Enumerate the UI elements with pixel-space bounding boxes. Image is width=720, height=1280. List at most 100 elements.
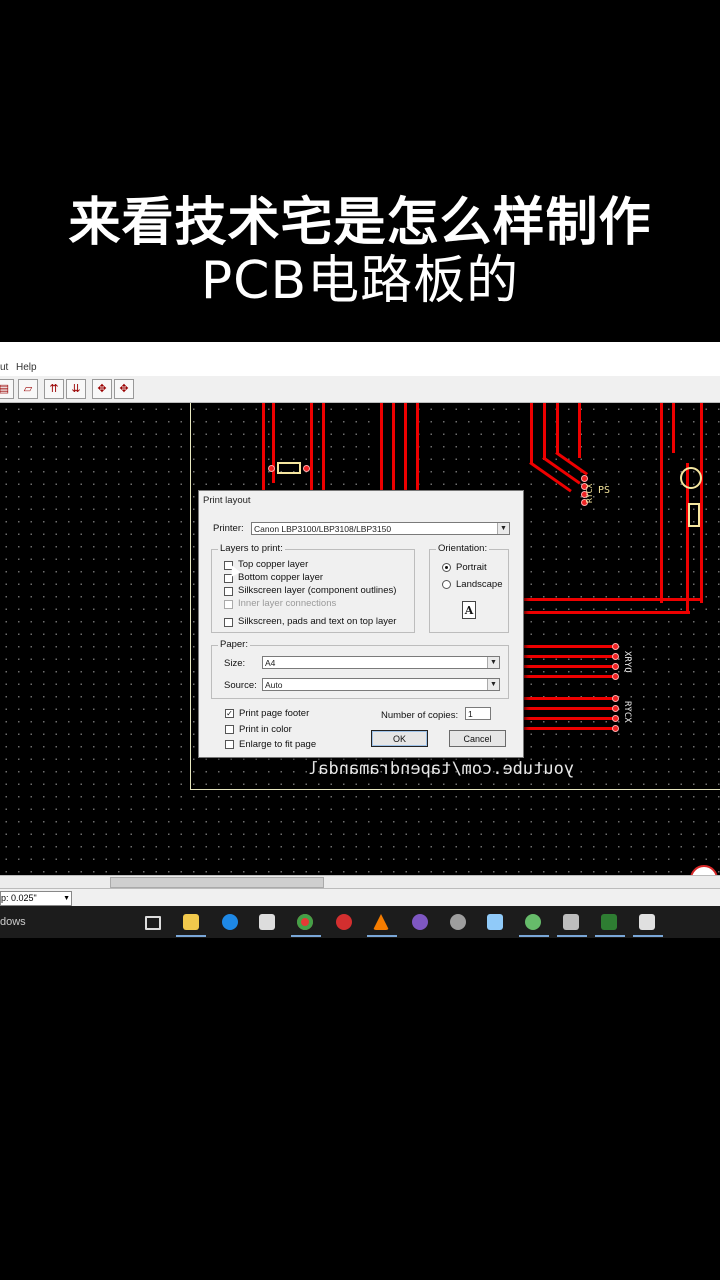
pad	[612, 725, 619, 732]
edge-icon[interactable]	[222, 914, 238, 930]
chevron-down-icon: ▼	[487, 657, 499, 668]
copies-label: Number of copies:	[381, 710, 459, 721]
trace	[520, 665, 615, 668]
enlarge-checkbox[interactable]	[225, 740, 234, 749]
app-icon[interactable]	[639, 914, 655, 930]
print-icon[interactable]: ▤	[0, 379, 14, 399]
watermark-text: youtube.com/tapendramandal	[308, 759, 575, 779]
source-label: Source:	[224, 680, 257, 691]
ps-label: PS	[598, 485, 611, 496]
inner-layer-label: Inner layer connections	[238, 598, 337, 609]
down-arrows-icon[interactable]: ⇊	[66, 379, 86, 399]
trace	[322, 403, 325, 493]
cancel-button[interactable]: Cancel	[449, 730, 506, 747]
portrait-page-icon: A	[462, 601, 476, 619]
trace	[520, 655, 615, 658]
trace	[672, 403, 675, 453]
menu-item-help[interactable]: Help	[16, 362, 37, 373]
chrome-icon[interactable]	[297, 914, 313, 930]
trace	[520, 697, 615, 700]
copies-input[interactable]: 1	[465, 707, 491, 720]
paper-size-select[interactable]: A4 ▼	[262, 656, 500, 669]
xryq-label: XRYQ	[622, 651, 632, 673]
landscape-radio[interactable]	[442, 580, 451, 589]
trace	[416, 403, 419, 493]
capacitor-component	[680, 467, 702, 489]
portrait-label: Portrait	[456, 562, 487, 573]
app-icon[interactable]	[487, 914, 503, 930]
start-search-text[interactable]: dows	[0, 916, 26, 928]
resistor-component	[688, 503, 700, 527]
up-arrows-icon[interactable]: ⇈	[44, 379, 64, 399]
active-indicator	[595, 935, 625, 937]
active-indicator	[291, 935, 321, 937]
trace	[660, 403, 663, 603]
trace	[310, 403, 313, 493]
status-bar: p: 0.025" ▼	[0, 888, 720, 907]
trace	[578, 403, 581, 458]
paper-label: Paper:	[218, 639, 250, 650]
toolbar: ▤ ▱ ⇈ ⇊ ✥ ✥	[0, 376, 720, 403]
board-outline-left	[190, 403, 191, 790]
vlc-icon[interactable]	[373, 914, 389, 930]
trace	[556, 403, 559, 453]
chevron-down-icon: ▼	[497, 523, 509, 534]
ok-button[interactable]: OK	[371, 730, 428, 747]
layers-label: Layers to print:	[218, 543, 285, 554]
app-icon[interactable]	[412, 914, 428, 930]
horizontal-scrollbar[interactable]	[0, 875, 720, 888]
caption-line-2: PCB电路板的	[200, 251, 520, 311]
portrait-radio[interactable]	[442, 563, 451, 572]
size-label: Size:	[224, 658, 246, 669]
grid-select[interactable]: p: 0.025" ▼	[0, 891, 72, 906]
print-footer-checkbox[interactable]: ✓	[225, 709, 234, 718]
trace	[529, 461, 572, 493]
active-indicator	[633, 935, 663, 937]
trace	[520, 707, 615, 710]
printer-label: Printer:	[213, 523, 244, 534]
trace	[520, 727, 615, 730]
open-folder-icon[interactable]: ▱	[18, 379, 38, 399]
scrollbar-thumb[interactable]	[110, 877, 324, 888]
trace	[380, 403, 383, 493]
app-icon[interactable]	[450, 914, 466, 930]
silkscreen-label: Silkscreen layer (component outlines)	[238, 585, 397, 596]
paper-source-select[interactable]: Auto ▼	[262, 678, 500, 691]
opera-icon[interactable]	[336, 914, 352, 930]
app-icon[interactable]	[525, 914, 541, 930]
pad	[581, 475, 588, 482]
print-footer-label: Print page footer	[239, 708, 310, 719]
bottom-copper-label: Bottom copper layer	[238, 572, 324, 583]
menu-bar: ut Help	[0, 342, 720, 376]
silkscreen-pads-checkbox[interactable]	[224, 618, 233, 627]
printer-select[interactable]: Canon LBP3100/LBP3108/LBP3150 ▼	[251, 522, 510, 535]
trace	[520, 645, 615, 648]
rycx-bottom-label: RYCX	[622, 701, 632, 723]
move-icon[interactable]: ✥	[92, 379, 112, 399]
printer-value: Canon LBP3100/LBP3108/LBP3150	[254, 524, 392, 534]
app-icon[interactable]	[563, 914, 579, 930]
rycx-top-label: RYCX	[585, 483, 594, 503]
print-layout-dialog: Print layout Printer: Canon LBP3100/LBP3…	[198, 490, 524, 758]
file-explorer-icon[interactable]	[183, 914, 199, 930]
taskbar: dows	[0, 906, 720, 938]
active-indicator	[557, 935, 587, 937]
orientation-label: Orientation:	[436, 543, 490, 554]
chevron-down-icon: ▼	[63, 895, 70, 902]
menu-item-layout[interactable]: ut	[0, 362, 8, 373]
silkscreen-checkbox[interactable]	[224, 587, 233, 596]
trace	[404, 403, 407, 493]
enlarge-label: Enlarge to fit page	[239, 739, 317, 750]
chevron-down-icon: ▼	[487, 679, 499, 690]
store-icon[interactable]	[259, 914, 275, 930]
task-view-icon[interactable]	[145, 916, 161, 930]
move-select-icon[interactable]: ✥	[114, 379, 134, 399]
paper-source-value: Auto	[265, 680, 283, 690]
trace	[392, 403, 395, 493]
inner-layer-checkbox	[224, 600, 233, 609]
pad	[612, 705, 619, 712]
active-indicator	[176, 935, 206, 937]
trace	[520, 598, 703, 601]
print-color-checkbox[interactable]	[225, 725, 234, 734]
pcb-app-taskbar-icon[interactable]	[601, 914, 617, 930]
